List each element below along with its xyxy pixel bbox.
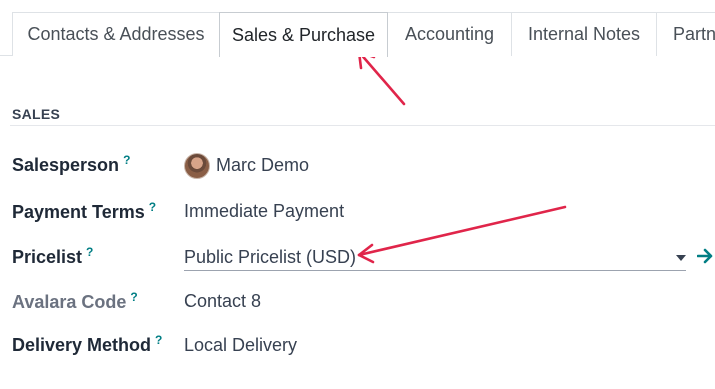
tab-internal-notes[interactable]: Internal Notes <box>511 12 657 56</box>
salesperson-label: Salesperson? <box>12 153 130 176</box>
delivery-method-field[interactable]: Local Delivery <box>184 335 297 356</box>
pricelist-label-text: Pricelist <box>12 247 83 267</box>
tab-contacts-addresses[interactable]: Contacts & Addresses <box>12 12 220 56</box>
pricelist-label: Pricelist? <box>12 245 93 268</box>
delivery-method-label: Delivery Method? <box>12 333 162 356</box>
arrow-right-icon[interactable] <box>697 245 715 267</box>
tab-label: Contacts & Addresses <box>27 24 205 44</box>
tab-accounting[interactable]: Accounting <box>387 12 512 56</box>
notebook-tabs: Contacts & Addresses Sales & Purchase Ac… <box>0 0 715 57</box>
salesperson-field[interactable]: Marc Demo <box>216 155 309 176</box>
tab-label: Accounting <box>404 24 495 44</box>
help-icon[interactable]: ? <box>130 290 137 304</box>
section-divider <box>10 125 715 126</box>
delivery-method-label-text: Delivery Method <box>12 335 152 355</box>
annotation-arrow-pricelist <box>357 205 567 257</box>
tab-partner-assignment[interactable]: Partn <box>656 12 715 56</box>
salesperson-avatar <box>184 153 210 179</box>
annotation-arrow-tab <box>357 50 406 106</box>
section-title-sales: SALES <box>12 106 61 122</box>
avalara-code-label: Avalara Code? <box>12 290 138 313</box>
avalara-code-label-text: Avalara Code <box>12 292 127 312</box>
help-icon[interactable]: ? <box>149 200 156 214</box>
help-icon[interactable]: ? <box>86 245 93 259</box>
tab-sales-purchase[interactable]: Sales & Purchase <box>219 12 388 57</box>
tab-label: Internal Notes <box>527 24 641 44</box>
tab-label: Sales & Purchase <box>231 24 376 45</box>
salesperson-label-text: Salesperson <box>12 155 120 175</box>
tab-label: Partn <box>673 24 715 44</box>
pricelist-field[interactable]: Public Pricelist (USD) <box>184 247 356 268</box>
pricelist-input-underline <box>184 270 686 271</box>
payment-terms-label-text: Payment Terms <box>12 202 145 222</box>
partner-form: Contacts & Addresses Sales & Purchase Ac… <box>0 0 715 389</box>
payment-terms-field[interactable]: Immediate Payment <box>184 201 344 222</box>
help-icon[interactable]: ? <box>123 153 130 167</box>
annotation-arrows <box>357 50 567 264</box>
payment-terms-label: Payment Terms? <box>12 200 156 223</box>
avalara-code-value: Contact 8 <box>184 291 262 311</box>
help-icon[interactable]: ? <box>155 333 162 347</box>
caret-down-icon[interactable] <box>676 255 686 261</box>
